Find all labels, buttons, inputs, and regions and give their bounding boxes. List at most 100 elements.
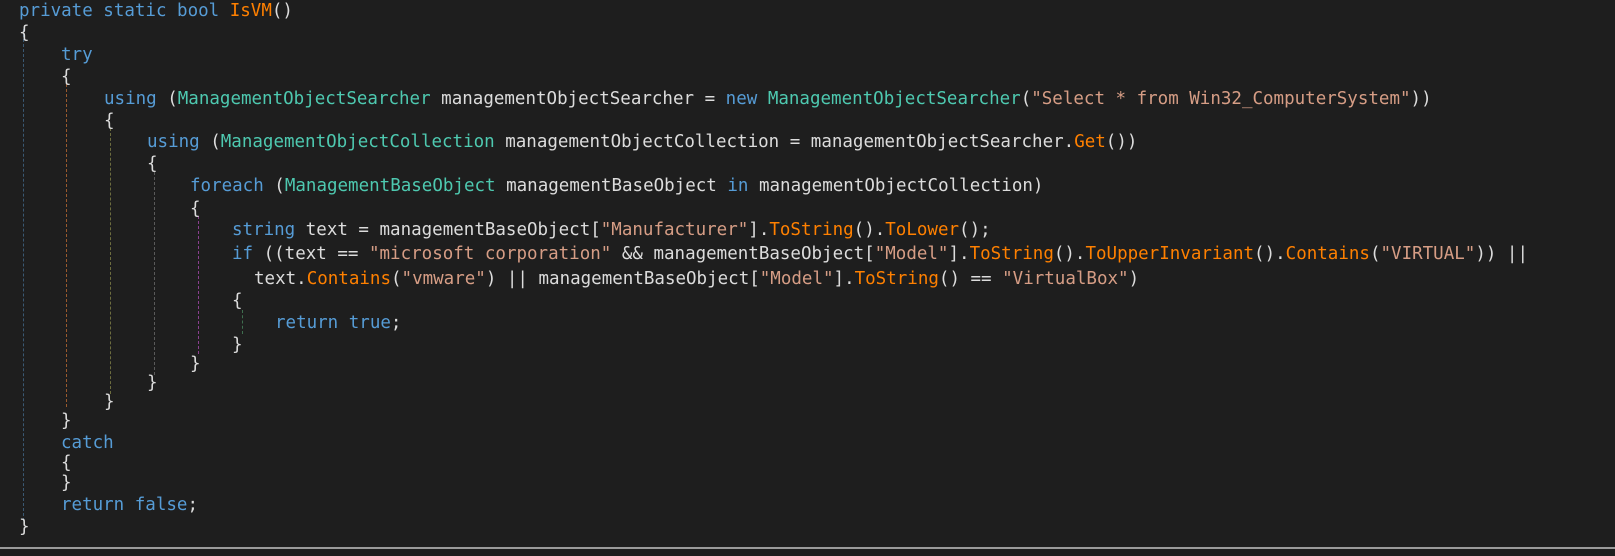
indent-guide [154, 172, 155, 375]
code-line: } [61, 472, 72, 494]
code-line: { [232, 290, 243, 312]
code-token: && managementBaseObject[ [611, 244, 875, 264]
code-token: "microsoft corporation" [368, 244, 612, 264]
code-token: ()) [1105, 132, 1138, 152]
code-token: ; [187, 495, 198, 515]
code-line: text.Contains("vmware") || managementBas… [254, 268, 1139, 290]
code-token: (); [959, 220, 991, 240]
code-token: Get [1074, 132, 1106, 152]
code-token: managementObjectCollection = managementO… [494, 132, 1075, 152]
code-token: try [61, 45, 93, 65]
code-token: ManagementObjectSearcher [177, 89, 431, 109]
code-token: ManagementObjectSearcher [767, 89, 1021, 109]
code-token: false [134, 495, 188, 515]
code-token: ToString [854, 269, 939, 289]
code-line: } [61, 410, 72, 432]
code-line: try [61, 44, 93, 66]
code-line: { [19, 22, 30, 44]
code-token: return [61, 495, 125, 515]
code-token: managementObjectSearcher = [430, 89, 726, 109]
code-line: } [147, 372, 158, 394]
code-token: } [147, 373, 158, 393]
code-token: ( [1020, 89, 1032, 109]
code-token: )) || [1475, 244, 1529, 264]
code-line: private static bool IsVM() [19, 0, 293, 22]
code-token: Contains [306, 269, 391, 289]
code-token: IsVM [229, 1, 272, 21]
code-token: { [147, 154, 158, 174]
code-line: } [190, 353, 201, 375]
code-token: ; [390, 313, 402, 333]
code-token: )) [1410, 89, 1432, 109]
code-token: "Model" [759, 269, 834, 289]
bottom-divider [0, 547, 1615, 549]
indent-guide [110, 128, 111, 394]
code-token: ]. [748, 220, 770, 240]
code-token: catch [61, 433, 114, 453]
code-token: managementObjectCollection) [748, 176, 1044, 196]
code-token: } [232, 335, 243, 355]
code-token: (). [853, 220, 886, 240]
code-token: ToUpperInvariant [1085, 244, 1255, 264]
code-token: ( [156, 89, 178, 109]
code-token: () == [938, 269, 1003, 289]
code-token: in [727, 176, 749, 196]
code-token: ( [199, 132, 221, 152]
code-line: { [61, 66, 72, 88]
indent-guide [198, 216, 199, 354]
code-token: "Select * from Win32_ComputerSystem" [1031, 89, 1411, 109]
code-line: } [104, 391, 115, 413]
code-token: foreach [190, 176, 264, 196]
code-token: (). [1254, 244, 1286, 264]
code-token: return [275, 313, 339, 333]
code-token: ( [1369, 244, 1381, 264]
code-line: } [19, 516, 30, 538]
code-token: ( [263, 176, 285, 196]
code-line: if ((text == "microsoft corporation" && … [232, 243, 1528, 265]
indent-guide [23, 29, 24, 521]
code-token: { [61, 453, 72, 473]
code-token: if [232, 244, 254, 264]
code-token: "VIRTUAL" [1380, 244, 1476, 264]
code-token: ) [1128, 269, 1140, 289]
code-token: "Model" [874, 244, 949, 264]
code-token: Contains [1285, 244, 1370, 264]
code-token: ToLower [885, 220, 960, 240]
code-line: return true; [275, 312, 401, 334]
code-token: text. [254, 269, 307, 289]
code-token: new [725, 89, 758, 109]
code-line: using (ManagementObjectCollection manage… [147, 131, 1137, 153]
code-token: using [104, 89, 157, 109]
code-token: managementBaseObject [495, 176, 728, 196]
code-token: ManagementBaseObject [284, 176, 496, 196]
indent-guide [242, 310, 243, 334]
code-line: } [232, 334, 243, 356]
code-token: text = managementBaseObject[ [295, 220, 601, 240]
code-token: ) || managementBaseObject[ [485, 269, 760, 289]
code-token: ((text == [253, 244, 369, 264]
code-token: "Manufacturer" [600, 220, 749, 240]
code-token: "vmware" [401, 269, 486, 289]
code-line: { [190, 198, 201, 220]
code-token: } [104, 392, 115, 412]
code-line: { [147, 153, 158, 175]
code-line: using (ManagementObjectSearcher manageme… [104, 88, 1432, 110]
code-token: { [190, 199, 201, 219]
code-token: } [19, 517, 30, 537]
code-token: ToString [969, 244, 1054, 264]
code-token: ]. [833, 269, 855, 289]
code-token: () [271, 1, 293, 21]
code-token: ( [390, 269, 402, 289]
code-token: ToString [769, 220, 854, 240]
code-token: } [61, 473, 72, 493]
code-token: } [190, 354, 201, 374]
code-editor[interactable]: private static bool IsVM(){try{using (Ma… [0, 0, 1615, 556]
code-line: { [61, 452, 72, 474]
code-token: ]. [948, 244, 970, 264]
code-token: } [61, 411, 72, 431]
code-token: true [348, 313, 391, 333]
code-token: { [104, 111, 115, 131]
